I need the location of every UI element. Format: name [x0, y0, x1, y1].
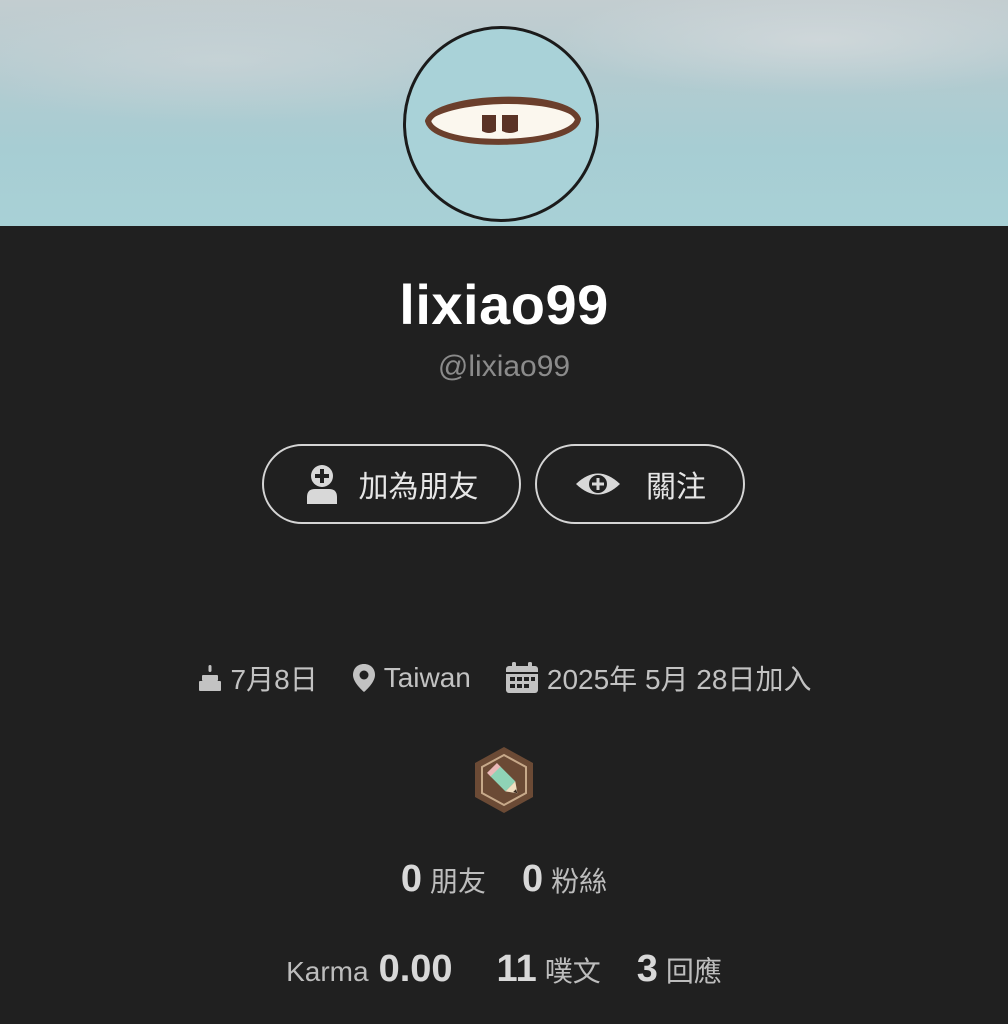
friends-label[interactable]: 朋友	[430, 860, 486, 900]
joined-text: 2025年 5月 28日加入	[546, 664, 812, 695]
birthday-item: 7月8日	[197, 658, 318, 698]
avatar[interactable]	[403, 26, 599, 222]
replies-label: 回應	[665, 956, 722, 987]
friends-count: 0	[400, 858, 422, 900]
karma-value: 0.00	[378, 948, 453, 990]
pencil-badge-icon[interactable]	[472, 745, 536, 815]
fans-count: 0	[522, 858, 544, 900]
follow-label: 關注	[646, 471, 706, 504]
calendar-icon	[505, 662, 539, 694]
follow-button[interactable]: 關注	[535, 444, 745, 524]
add-friend-label: 加為朋友	[358, 471, 479, 504]
profile-body	[0, 226, 1008, 1024]
posts-count: 11	[496, 948, 537, 990]
username-handle: @lixiao99	[437, 350, 571, 383]
eye-plus-icon	[574, 469, 622, 499]
add-friend-button[interactable]: 加為朋友	[262, 444, 521, 524]
fans-label[interactable]: 粉絲	[551, 860, 607, 900]
map-pin-icon	[352, 663, 376, 693]
display-name: lixiao99	[399, 273, 609, 336]
karma-label: Karma	[286, 956, 369, 987]
posts-label: 噗文	[544, 956, 601, 987]
sleepy-eye-icon	[425, 96, 581, 145]
location-item: Taiwan	[352, 662, 471, 694]
replies-count: 3	[636, 948, 658, 990]
cake-icon	[197, 663, 223, 693]
joined-item: 2025年 5月 28日加入	[505, 658, 812, 698]
social-stats: 0 朋友 0 粉絲	[0, 858, 1008, 901]
location-text: Taiwan	[383, 662, 471, 693]
birthday-text: 7月8日	[230, 664, 318, 695]
activity-stats: Karma 0.00 11 噗文 3 回應	[0, 948, 1008, 991]
profile-meta: 7月8日 Taiwan 2025年 5月 28日加入	[0, 658, 1008, 698]
person-plus-icon	[305, 464, 339, 504]
